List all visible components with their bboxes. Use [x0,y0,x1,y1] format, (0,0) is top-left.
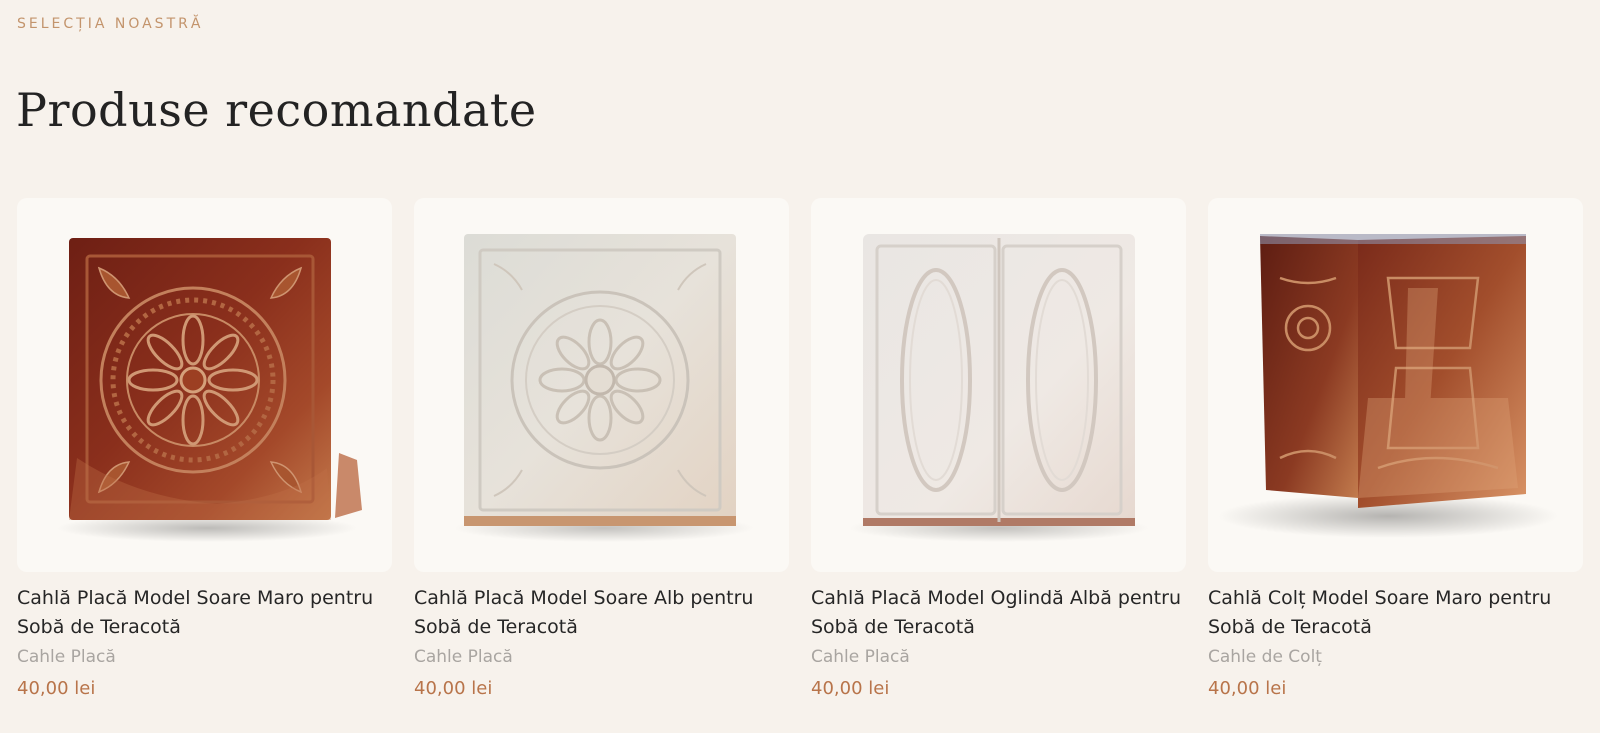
product-image-frame[interactable] [811,198,1186,572]
product-title[interactable]: Cahlă Placă Model Oglindă Albă pentru So… [811,584,1186,642]
product-price: 40,00 lei [17,678,96,699]
section-eyebrow: SELECȚIA NOASTRĂ [17,16,204,32]
white-sun-tile-image [454,234,754,542]
brown-corner-tile-image [1218,234,1558,538]
product-image-frame[interactable] [1208,198,1583,572]
product-card[interactable]: Cahlă Placă Model Soare Alb pentru Sobă … [414,198,789,701]
product-category: Cahle Placă [811,647,910,667]
product-image-frame[interactable] [414,198,789,572]
product-price: 40,00 lei [1208,678,1287,699]
product-price: 40,00 lei [811,678,890,699]
product-grid: Cahlă Placă Model Soare Maro pentru Sobă… [17,198,1583,701]
product-price: 40,00 lei [414,678,493,699]
product-title[interactable]: Cahlă Placă Model Soare Maro pentru Sobă… [17,584,392,642]
product-title[interactable]: Cahlă Placă Model Soare Alb pentru Sobă … [414,584,789,642]
brown-sun-tile-image [57,238,362,542]
product-card[interactable]: Cahlă Colț Model Soare Maro pentru Sobă … [1208,198,1583,701]
product-card[interactable]: Cahlă Placă Model Soare Maro pentru Sobă… [17,198,392,701]
product-category: Cahle Placă [414,647,513,667]
white-mirror-tile-image [849,234,1149,542]
section-title: Produse recomandate [16,83,537,137]
product-category: Cahle Placă [17,647,116,667]
product-image-frame[interactable] [17,198,392,572]
product-title[interactable]: Cahlă Colț Model Soare Maro pentru Sobă … [1208,584,1583,642]
product-card[interactable]: Cahlă Placă Model Oglindă Albă pentru So… [811,198,1186,701]
product-category: Cahle de Colț [1208,647,1322,667]
